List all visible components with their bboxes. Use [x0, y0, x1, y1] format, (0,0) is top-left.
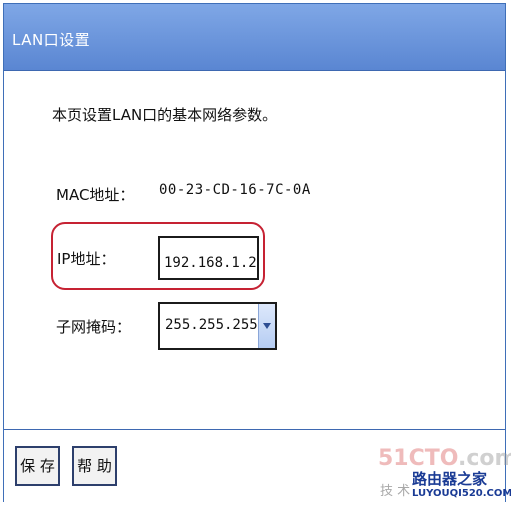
watermark-url: LUYOUQI520.COM — [412, 488, 511, 499]
ip-label: IP地址： — [57, 250, 116, 268]
page-description: 本页设置LAN口的基本网络参数。 — [52, 106, 278, 124]
chevron-down-icon[interactable] — [258, 304, 275, 348]
watermark-sub: 技 术 — [380, 484, 411, 499]
watermark-router: 路由器之家 — [412, 470, 488, 488]
subnet-label: 子网掩码： — [56, 318, 132, 336]
save-button[interactable]: 保 存 — [15, 446, 60, 486]
ip-address-input[interactable] — [158, 236, 259, 280]
mac-label: MAC地址： — [56, 186, 135, 204]
mac-value: 00-23-CD-16-7C-0A — [159, 182, 311, 198]
subnet-mask-select[interactable]: 255.255.255.0 — [158, 302, 277, 350]
page-title: LAN口设置 — [12, 31, 91, 49]
title-bar: LAN口设置 — [4, 4, 505, 71]
help-button[interactable]: 帮 助 — [72, 446, 117, 486]
